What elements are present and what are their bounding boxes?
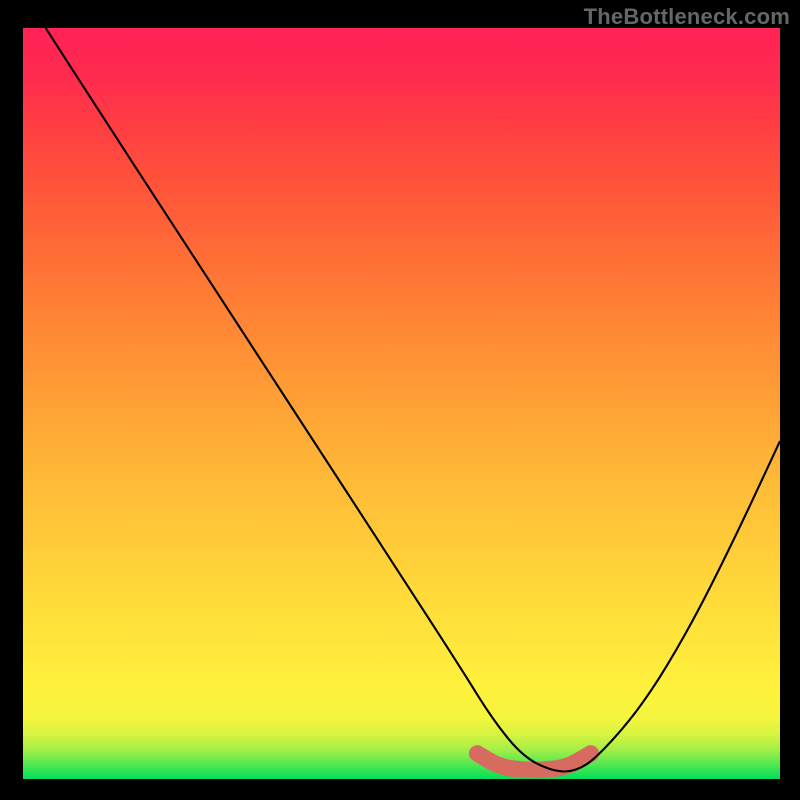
bottleneck-curve: [23, 28, 780, 779]
watermark-text: TheBottleneck.com: [584, 4, 790, 30]
chart-plot-area: [23, 28, 780, 779]
